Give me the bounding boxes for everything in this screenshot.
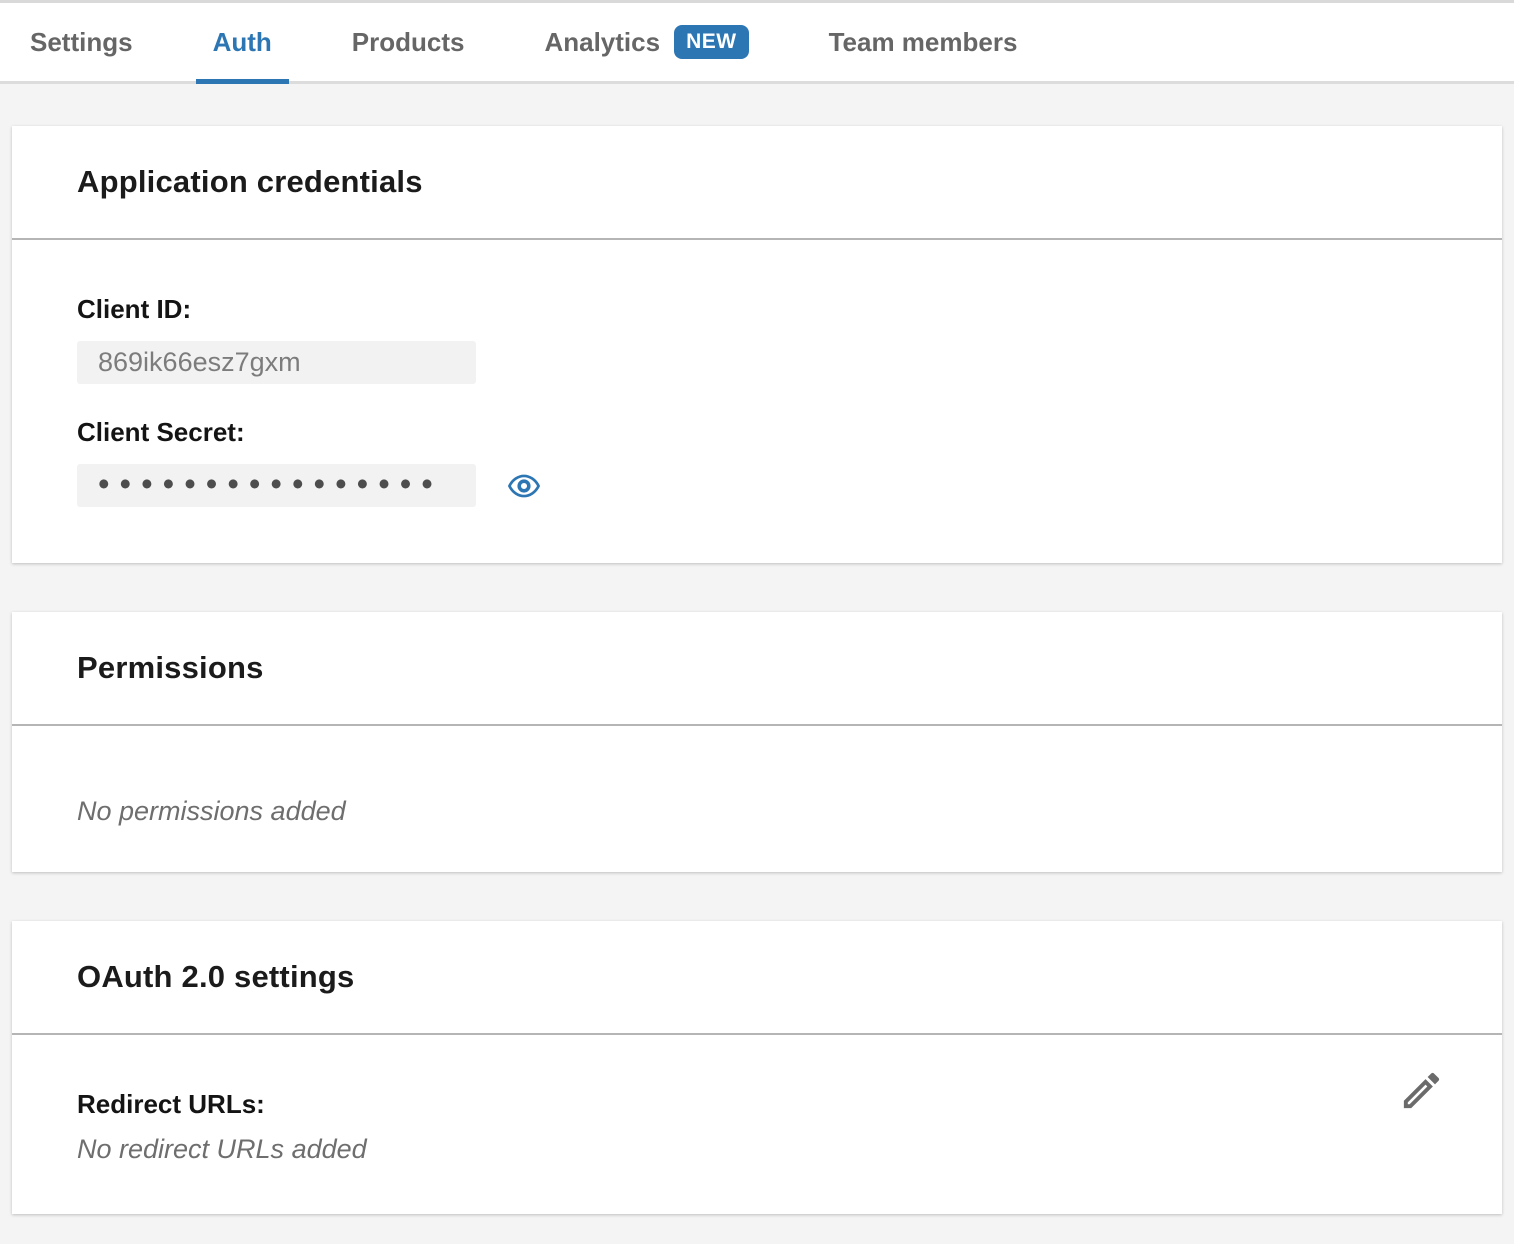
app-tab-bar: Settings Auth Products Analytics NEW Tea…	[0, 3, 1514, 84]
tab-products-label: Products	[352, 27, 465, 58]
client-id-label: Client ID:	[77, 294, 1437, 324]
permissions-body: No permissions added	[12, 726, 1502, 872]
new-badge: NEW	[674, 25, 749, 59]
permissions-header: Permissions	[12, 612, 1502, 726]
permissions-card: Permissions No permissions added	[12, 612, 1502, 872]
tab-team-members[interactable]: Team members	[812, 3, 1035, 81]
tab-analytics[interactable]: Analytics NEW	[527, 3, 765, 81]
tab-settings[interactable]: Settings	[13, 3, 150, 81]
oauth-settings-header: OAuth 2.0 settings	[12, 921, 1502, 1035]
application-credentials-card: Application credentials Client ID: 869ik…	[12, 126, 1502, 563]
eye-icon	[507, 469, 541, 503]
pencil-icon	[1398, 1067, 1445, 1114]
redirect-urls-label: Redirect URLs:	[77, 1089, 1437, 1119]
client-secret-label: Client Secret:	[77, 417, 1437, 447]
reveal-secret-button[interactable]	[507, 469, 541, 503]
client-id-value: 869ik66esz7gxm	[98, 347, 301, 377]
client-secret-masked-value: ••••••••••••••••	[98, 464, 476, 505]
auth-tab-content: Application credentials Client ID: 869ik…	[0, 84, 1514, 1235]
oauth-settings-title: OAuth 2.0 settings	[77, 959, 354, 995]
oauth-settings-card: OAuth 2.0 settings Redirect URLs: No red…	[12, 921, 1502, 1214]
application-credentials-body: Client ID: 869ik66esz7gxm Client Secret:…	[12, 240, 1502, 563]
client-secret-row: ••••••••••••••••	[77, 447, 1437, 507]
permissions-empty-text: No permissions added	[77, 795, 1437, 827]
client-secret-field[interactable]: ••••••••••••••••	[77, 464, 476, 507]
tab-team-members-label: Team members	[829, 27, 1018, 58]
tab-auth-label: Auth	[213, 27, 272, 58]
oauth-settings-body: Redirect URLs: No redirect URLs added	[12, 1035, 1502, 1214]
permissions-title: Permissions	[77, 650, 264, 686]
application-credentials-header: Application credentials	[12, 126, 1502, 240]
tab-settings-label: Settings	[30, 27, 133, 58]
application-credentials-title: Application credentials	[77, 164, 423, 200]
client-id-field[interactable]: 869ik66esz7gxm	[77, 341, 476, 384]
redirect-urls-empty-text: No redirect URLs added	[77, 1133, 1437, 1165]
tab-products[interactable]: Products	[335, 3, 482, 81]
edit-redirect-urls-button[interactable]	[1398, 1067, 1445, 1114]
tab-auth[interactable]: Auth	[196, 3, 289, 81]
tab-analytics-label: Analytics	[544, 27, 660, 58]
